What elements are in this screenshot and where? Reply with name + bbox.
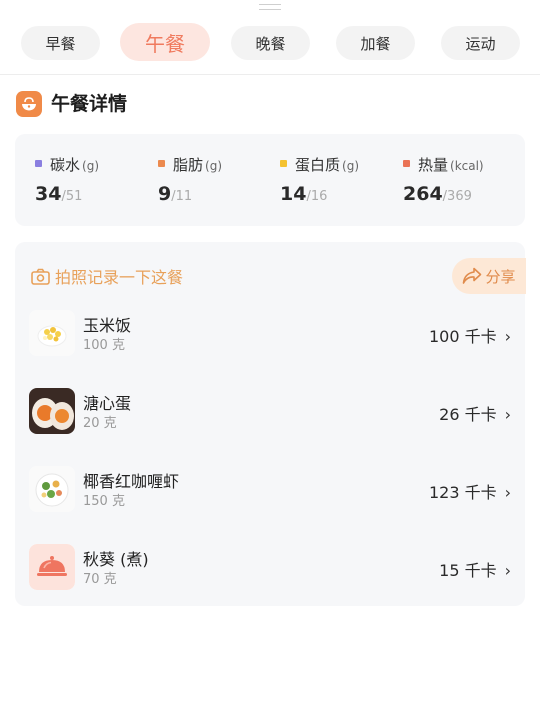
nutrient-unit: (g) bbox=[82, 159, 99, 173]
photo-record-label: 拍照记录一下这餐 bbox=[55, 268, 184, 287]
photo-record-button[interactable]: 拍照记录一下这餐 bbox=[31, 264, 183, 288]
food-name: 秋葵 (煮) bbox=[83, 550, 149, 569]
nutrient-calories: 热量 (kcal) 264/369 bbox=[403, 154, 484, 205]
food-calories: 100 千卡 bbox=[428, 327, 497, 346]
food-name: 玉米饭 bbox=[83, 316, 132, 335]
curry-shrimp-icon bbox=[29, 466, 75, 512]
share-button[interactable]: 分享 bbox=[452, 258, 526, 294]
calories-color-dot bbox=[403, 160, 410, 167]
nutrient-unit: (g) bbox=[205, 159, 222, 173]
nutrient-label: 碳水 bbox=[50, 156, 81, 174]
nutrient-fat: 脂肪 (g) 9/11 bbox=[158, 154, 222, 205]
food-name: 椰香红咖喱虾 bbox=[83, 472, 180, 491]
nutrient-goal: /51 bbox=[61, 189, 83, 204]
nutrient-carbs: 碳水 (g) 34/51 bbox=[35, 154, 99, 205]
corn-rice-icon bbox=[29, 310, 75, 356]
food-name: 溏心蛋 bbox=[83, 394, 132, 413]
chevron-right-icon: › bbox=[504, 561, 511, 580]
meal-bowl-icon bbox=[16, 91, 42, 117]
divider bbox=[0, 74, 540, 75]
nutrition-summary-card: 碳水 (g) 34/51 脂肪 (g) 9/11 蛋白质 (g) 14/16 热量 (k… bbox=[15, 134, 525, 226]
meal-items-card: 拍照记录一下这餐 分享 玉米饭 100 克 100 千卡 › 溏心蛋 20 克 … bbox=[15, 242, 526, 606]
chevron-right-icon: › bbox=[504, 327, 511, 346]
nutrient-value: 34 bbox=[35, 183, 62, 205]
food-calories: 123 千卡 bbox=[428, 483, 497, 502]
nutrient-label: 热量 bbox=[418, 156, 449, 174]
section-title: 午餐详情 bbox=[51, 93, 128, 115]
food-calories: 15 千卡 bbox=[439, 561, 497, 580]
nutrient-label: 蛋白质 bbox=[295, 156, 341, 174]
food-item[interactable]: 玉米饭 100 克 100 千卡 › bbox=[29, 310, 511, 358]
share-icon bbox=[463, 267, 482, 284]
tab-breakfast[interactable]: 早餐 bbox=[21, 26, 100, 60]
protein-color-dot bbox=[280, 160, 287, 167]
nutrient-value: 14 bbox=[280, 183, 307, 205]
food-quantity: 70 克 bbox=[83, 572, 117, 587]
nutrient-protein: 蛋白质 (g) 14/16 bbox=[280, 154, 359, 205]
nutrient-goal: /11 bbox=[171, 189, 193, 204]
food-quantity: 20 克 bbox=[83, 416, 117, 431]
nutrient-goal: /16 bbox=[306, 189, 328, 204]
carbs-color-dot bbox=[35, 160, 42, 167]
nutrient-value: 264 bbox=[403, 183, 443, 205]
chevron-right-icon: › bbox=[504, 483, 511, 502]
fat-color-dot bbox=[158, 160, 165, 167]
meal-tabs: 早餐 午餐 晚餐 加餐 运动 bbox=[0, 23, 540, 61]
food-calories: 26 千卡 bbox=[439, 405, 497, 424]
tab-exercise[interactable]: 运动 bbox=[441, 26, 520, 60]
share-label: 分享 bbox=[485, 267, 516, 286]
tab-dinner[interactable]: 晚餐 bbox=[231, 26, 310, 60]
tab-lunch[interactable]: 午餐 bbox=[120, 23, 210, 61]
food-item[interactable]: 溏心蛋 20 克 26 千卡 › bbox=[29, 388, 511, 436]
nutrient-unit: (g) bbox=[342, 159, 359, 173]
nutrient-unit: (kcal) bbox=[450, 159, 484, 173]
sheet-grabber[interactable] bbox=[259, 4, 281, 10]
nutrient-value: 9 bbox=[158, 183, 172, 205]
camera-icon bbox=[31, 268, 50, 285]
food-item[interactable]: 秋葵 (煮) 70 克 15 千卡 › bbox=[29, 544, 511, 592]
food-quantity: 100 克 bbox=[83, 338, 125, 353]
nutrient-label: 脂肪 bbox=[173, 156, 204, 174]
food-quantity: 150 克 bbox=[83, 494, 125, 509]
chevron-right-icon: › bbox=[504, 405, 511, 424]
nutrient-goal: /369 bbox=[442, 189, 472, 204]
tab-snack[interactable]: 加餐 bbox=[336, 26, 415, 60]
food-cloche-icon bbox=[29, 544, 75, 590]
soft-boiled-egg-icon bbox=[29, 388, 75, 434]
food-item[interactable]: 椰香红咖喱虾 150 克 123 千卡 › bbox=[29, 466, 511, 514]
